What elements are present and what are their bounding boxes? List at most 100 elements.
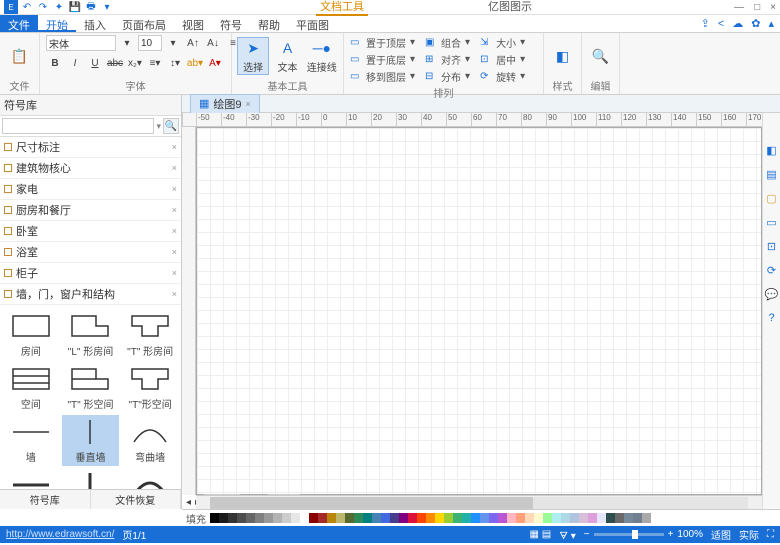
bottom-tab-recovery[interactable]: 文件恢复 <box>91 490 182 509</box>
color-swatch[interactable] <box>372 513 381 523</box>
group-button[interactable]: ▣组合 ▾ <box>425 35 470 50</box>
color-swatch[interactable] <box>579 513 588 523</box>
document-tab[interactable]: ▦ 绘图9 × <box>190 94 260 114</box>
color-swatch[interactable] <box>264 513 273 523</box>
color-swatch[interactable] <box>228 513 237 523</box>
center-button[interactable]: ⊡居中 ▾ <box>480 52 525 67</box>
color-swatch[interactable] <box>300 513 309 523</box>
size-button[interactable]: ⇲大小 ▾ <box>480 35 525 50</box>
hyperlink-icon[interactable]: ⟳ <box>765 263 779 277</box>
color-swatch[interactable] <box>219 513 228 523</box>
font-color-button[interactable]: A▾ <box>206 55 224 71</box>
color-swatch[interactable] <box>363 513 372 523</box>
shape-item[interactable]: "T" 形房间 <box>121 309 179 360</box>
library-category[interactable]: 家电× <box>0 179 181 200</box>
library-category[interactable]: 柜子× <box>0 263 181 284</box>
color-swatch[interactable] <box>462 513 471 523</box>
shrink-font-icon[interactable]: A↓ <box>204 35 222 51</box>
font-size-select[interactable]: 10 <box>138 35 162 51</box>
note-icon[interactable]: ▢ <box>765 191 779 205</box>
color-swatch[interactable] <box>210 513 219 523</box>
shape-item[interactable]: 房间 <box>2 309 60 360</box>
color-swatch[interactable] <box>426 513 435 523</box>
align-button[interactable]: ≡▾ <box>146 55 164 71</box>
library-category[interactable]: 建筑物核心× <box>0 158 181 179</box>
library-category[interactable]: 尺寸标注× <box>0 137 181 158</box>
protect-icon[interactable]: ⊡ <box>765 239 779 253</box>
highlight-button[interactable]: ab▾ <box>186 55 204 71</box>
color-swatch[interactable] <box>543 513 552 523</box>
doc-tab-close-icon[interactable]: × <box>246 99 251 109</box>
search-icon[interactable]: 🔍 <box>163 118 179 134</box>
tab-page-layout[interactable]: 页面布局 <box>114 15 174 32</box>
unit-icon[interactable]: 🜃 ▾ <box>559 524 576 545</box>
connector-tool[interactable]: ─●连接线 <box>307 38 337 74</box>
new-icon[interactable]: ✦ <box>52 0 66 14</box>
text-tool[interactable]: A文本 <box>272 38 302 74</box>
shape-item[interactable]: 外墙 <box>2 468 60 489</box>
tab-floorplan[interactable]: 平面图 <box>288 15 337 32</box>
color-swatch[interactable] <box>390 513 399 523</box>
color-swatch[interactable] <box>381 513 390 523</box>
collapse-ribbon-icon[interactable]: ▴ <box>768 17 774 30</box>
library-category[interactable]: 卧室× <box>0 221 181 242</box>
spacing-button[interactable]: ↕▾ <box>166 55 184 71</box>
italic-button[interactable]: I <box>66 55 84 71</box>
color-swatch[interactable] <box>471 513 480 523</box>
comment-icon[interactable]: 💬 <box>765 287 779 301</box>
color-swatch[interactable] <box>435 513 444 523</box>
color-swatch[interactable] <box>624 513 633 523</box>
font-name-select[interactable]: 宋体 <box>46 35 116 51</box>
undo-icon[interactable]: ↶ <box>20 0 34 14</box>
move-layer-button[interactable]: ▭移到图层 ▾ <box>350 69 415 84</box>
color-swatch[interactable] <box>309 513 318 523</box>
shape-item[interactable]: 垂直外墙 <box>62 468 120 489</box>
color-swatch[interactable] <box>444 513 453 523</box>
cloud-icon[interactable]: ☁ <box>732 17 743 30</box>
drawing-canvas[interactable] <box>196 127 762 495</box>
color-swatch[interactable] <box>480 513 489 523</box>
color-swatch[interactable] <box>453 513 462 523</box>
zoom-out-icon[interactable]: − <box>584 529 590 540</box>
color-swatch[interactable] <box>615 513 624 523</box>
tab-help[interactable]: 帮助 <box>250 15 288 32</box>
fullscreen-icon[interactable]: ⛶ <box>767 529 774 540</box>
tab-insert[interactable]: 插入 <box>76 15 114 32</box>
color-swatch[interactable] <box>642 513 651 523</box>
color-swatch[interactable] <box>237 513 246 523</box>
align-button2[interactable]: ⊞对齐 ▾ <box>425 52 470 67</box>
send-back-button[interactable]: ▭置于底层 ▾ <box>350 52 415 67</box>
color-swatch[interactable] <box>408 513 417 523</box>
shape-item[interactable]: "T" 形空间 <box>62 362 120 413</box>
library-category[interactable]: 厨房和餐厅× <box>0 200 181 221</box>
zoom-in-icon[interactable]: + <box>668 529 674 540</box>
color-swatch[interactable] <box>489 513 498 523</box>
library-category[interactable]: 浴室× <box>0 242 181 263</box>
paste-button[interactable]: 📋 <box>6 46 33 66</box>
page-icon[interactable]: ▭ <box>765 215 779 229</box>
color-swatch[interactable] <box>354 513 363 523</box>
color-swatch[interactable] <box>246 513 255 523</box>
status-url[interactable]: http://www.edrawsoft.cn/ <box>6 529 114 540</box>
minimize-button[interactable]: — <box>734 2 744 13</box>
tab-view[interactable]: 视图 <box>174 15 212 32</box>
color-swatch[interactable] <box>318 513 327 523</box>
redo-icon[interactable]: ↷ <box>36 0 50 14</box>
page-prev-icon[interactable]: ◂ <box>186 497 191 508</box>
actual-size-button[interactable]: 实际 <box>739 527 759 542</box>
color-swatch[interactable] <box>633 513 642 523</box>
tab-symbols[interactable]: 符号 <box>212 15 250 32</box>
bold-button[interactable]: B <box>46 55 64 71</box>
bottom-tab-library[interactable]: 符号库 <box>0 490 91 509</box>
shape-item[interactable]: 弧形外墙 <box>121 468 179 489</box>
distribute-button[interactable]: ⊟分布 ▾ <box>425 69 470 84</box>
help-icon[interactable]: ? <box>765 311 779 325</box>
shape-item[interactable]: 墙 <box>2 415 60 466</box>
qat-more-icon[interactable]: ▾ <box>100 0 114 14</box>
color-swatch[interactable] <box>345 513 354 523</box>
underline-button[interactable]: U <box>86 55 104 71</box>
edit-button[interactable]: 🔍 <box>588 46 613 66</box>
shape-item[interactable]: "T"形空间 <box>121 362 179 413</box>
color-swatch[interactable] <box>399 513 408 523</box>
color-swatch[interactable] <box>552 513 561 523</box>
